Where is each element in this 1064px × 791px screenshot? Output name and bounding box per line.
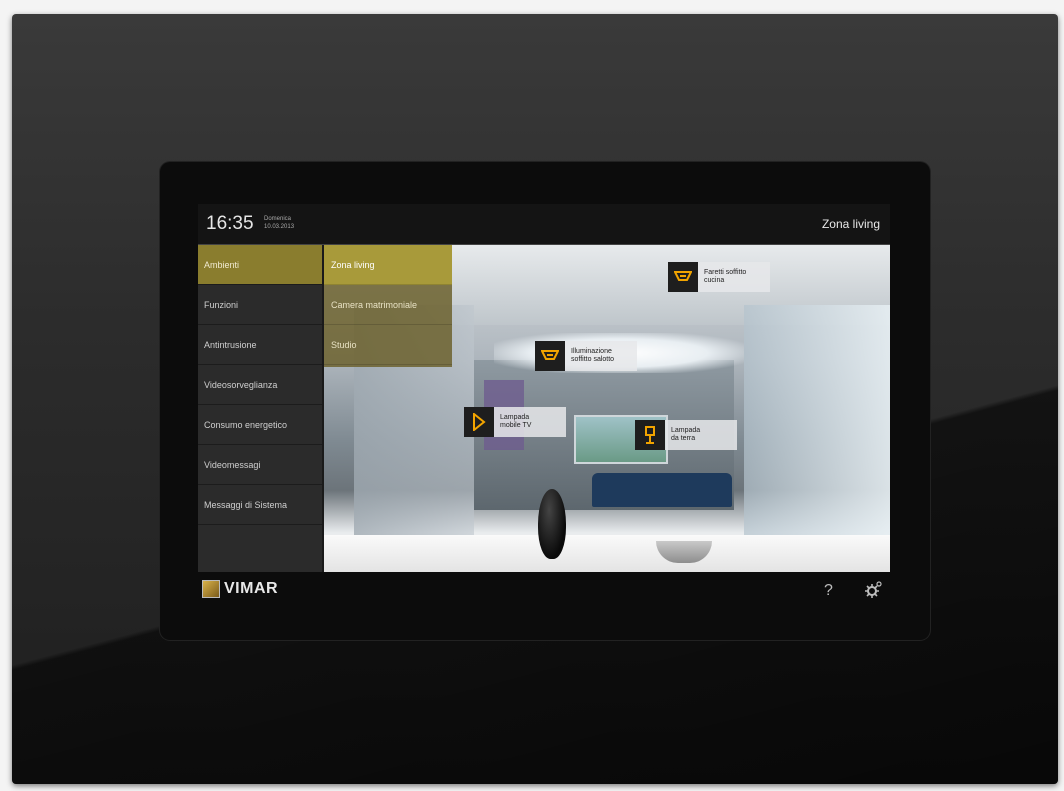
top-bar: 16:35 Domenica 10.03.2013 Zona living (198, 204, 890, 245)
menu-item-ambienti[interactable]: Ambienti (198, 245, 322, 285)
help-icon[interactable]: ? (824, 582, 833, 600)
zone-title: Zona living (821, 217, 880, 231)
room-sofa (592, 473, 732, 507)
menu-item-videosorveglianza[interactable]: Videosorveglianza (198, 365, 322, 405)
device-label: Illuminazione soffitto salotto (571, 348, 615, 363)
device-lampada-mobile-tv[interactable]: Lampada mobile TV (464, 407, 566, 437)
device-illuminazione-soffitto-salotto[interactable]: Illuminazione soffitto salotto (535, 341, 637, 371)
sub-item-zona-living[interactable]: Zona living (324, 245, 452, 285)
room-vase (538, 489, 566, 559)
clock: 16:35 (206, 213, 254, 234)
menu-item-antintrusione[interactable]: Antintrusione (198, 325, 322, 365)
gear-icon[interactable] (864, 581, 882, 604)
menu-item-messaggi-di-sistema[interactable]: Messaggi di Sistema (198, 485, 322, 525)
menu-item-consumo-energetico[interactable]: Consumo energetico (198, 405, 322, 445)
menu-item-funzioni[interactable]: Funzioni (198, 285, 322, 325)
touch-screen: 16:35 Domenica 10.03.2013 Zona living Am… (198, 204, 890, 572)
device-label: Faretti soffitto cucina (704, 269, 747, 284)
room-glass-right (744, 305, 890, 535)
brand-name: VIMAR (224, 580, 279, 597)
ceiling-spotlight-icon (668, 262, 698, 292)
vimar-logo: VIMAR (202, 580, 278, 598)
bottom-bar: VIMAR ? (198, 576, 890, 608)
sub-menu: Zona living Camera matrimoniale Studio (324, 245, 452, 367)
date-block: Domenica 10.03.2013 (264, 215, 294, 231)
ceiling-light-icon (535, 341, 565, 371)
room-counter (324, 535, 890, 572)
device-lampada-da-terra[interactable]: Lampada da terra (635, 420, 737, 450)
menu-item-videomessagi[interactable]: Videomessagi (198, 445, 322, 485)
device-label: Lampada da terra (671, 427, 701, 442)
device-label: Lampada mobile TV (500, 414, 532, 429)
vimar-logo-mark-icon (202, 580, 220, 598)
sub-item-studio[interactable]: Studio (324, 325, 452, 365)
sub-item-camera-matrimoniale[interactable]: Camera matrimoniale (324, 285, 452, 325)
day-label: Domenica (264, 216, 292, 222)
date-label: 10.03.2013 (264, 224, 295, 230)
device-faretti-soffitto-cucina[interactable]: Faretti soffitto cucina (668, 262, 770, 292)
wall-lamp-icon (464, 407, 494, 437)
floor-lamp-icon (635, 420, 665, 450)
main-menu: Ambienti Funzioni Antintrusione Videosor… (198, 245, 322, 572)
